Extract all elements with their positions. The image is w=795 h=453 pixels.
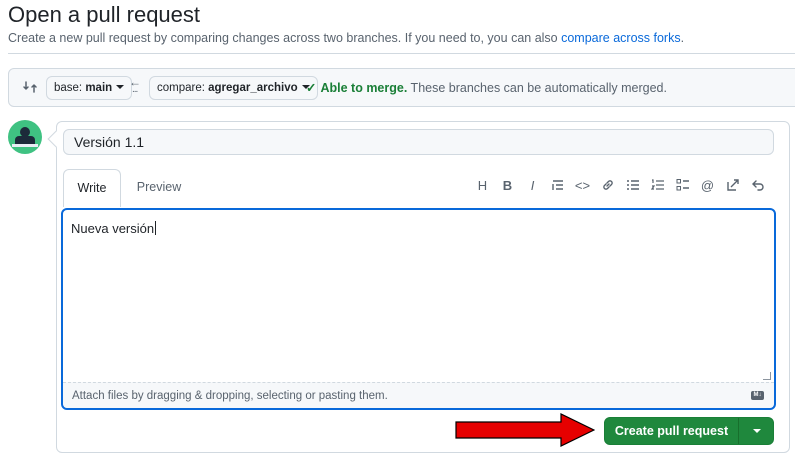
heading-icon[interactable]: H xyxy=(470,177,495,195)
attach-files-bar[interactable]: Attach files by dragging & dropping, sel… xyxy=(63,382,774,408)
base-branch-select[interactable]: base: main xyxy=(46,76,133,100)
chevron-down-icon xyxy=(116,85,125,89)
subtitle-suffix: . xyxy=(680,31,685,45)
compare-branch-select[interactable]: compare: agregar_archivo xyxy=(149,76,318,100)
cross-reference-icon[interactable] xyxy=(720,177,745,195)
base-prefix: base: xyxy=(54,82,86,94)
mention-icon[interactable]: @ xyxy=(695,177,720,195)
compare-across-forks-link[interactable]: compare across forks xyxy=(561,31,680,45)
merge-ok-text: Able to merge. xyxy=(320,81,408,95)
compare-prefix: compare: xyxy=(157,82,209,94)
check-icon: ✓ xyxy=(306,81,317,95)
code-icon[interactable]: <> xyxy=(570,177,595,195)
bullet-list-icon[interactable] xyxy=(620,177,645,195)
branch-range-bar: base: main ← ... compare: agregar_archiv… xyxy=(8,68,795,107)
divider xyxy=(8,53,795,54)
git-compare-icon xyxy=(23,81,37,93)
ellipsis-icon: ... xyxy=(132,84,138,95)
page-title: Open a pull request xyxy=(8,2,201,27)
pr-title-input[interactable]: Versión 1.1 xyxy=(63,129,774,155)
subtitle-text: Create a new pull request by comparing c… xyxy=(8,31,562,45)
avatar[interactable] xyxy=(8,120,42,154)
undo-icon[interactable] xyxy=(745,177,770,195)
markdown-toolbar: H B I <> @ xyxy=(470,177,770,195)
tab-preview[interactable]: Preview xyxy=(124,169,194,205)
bold-icon[interactable]: B xyxy=(495,177,520,195)
task-list-icon[interactable] xyxy=(670,177,695,195)
quote-icon[interactable] xyxy=(545,177,570,195)
link-icon[interactable] xyxy=(595,177,620,195)
page-subtitle: Create a new pull request by comparing c… xyxy=(8,31,684,45)
annotation-arrow-icon xyxy=(455,413,595,447)
text-cursor xyxy=(155,221,157,235)
base-branch-name: main xyxy=(85,82,113,94)
chevron-down-icon[interactable] xyxy=(753,429,761,433)
merge-detail-text: These branches can be automatically merg… xyxy=(407,81,667,95)
italic-icon[interactable]: I xyxy=(520,177,545,195)
attach-hint: Attach files by dragging & dropping, sel… xyxy=(72,390,388,402)
compare-branch-name: agregar_archivo xyxy=(208,82,298,94)
pr-body-text: Nueva versión xyxy=(71,221,155,236)
pr-body-textarea[interactable]: Nueva versión Attach files by dragging &… xyxy=(61,208,776,410)
create-pull-request-button[interactable]: Create pull request xyxy=(604,417,774,445)
create-button-label: Create pull request xyxy=(614,424,729,438)
merge-status: ✓ Able to merge. These branches can be au… xyxy=(306,80,667,95)
markdown-icon[interactable]: M↓ xyxy=(751,391,764,400)
resize-handle[interactable] xyxy=(763,372,771,380)
numbered-list-icon[interactable] xyxy=(645,177,670,195)
tab-write[interactable]: Write xyxy=(63,169,121,207)
